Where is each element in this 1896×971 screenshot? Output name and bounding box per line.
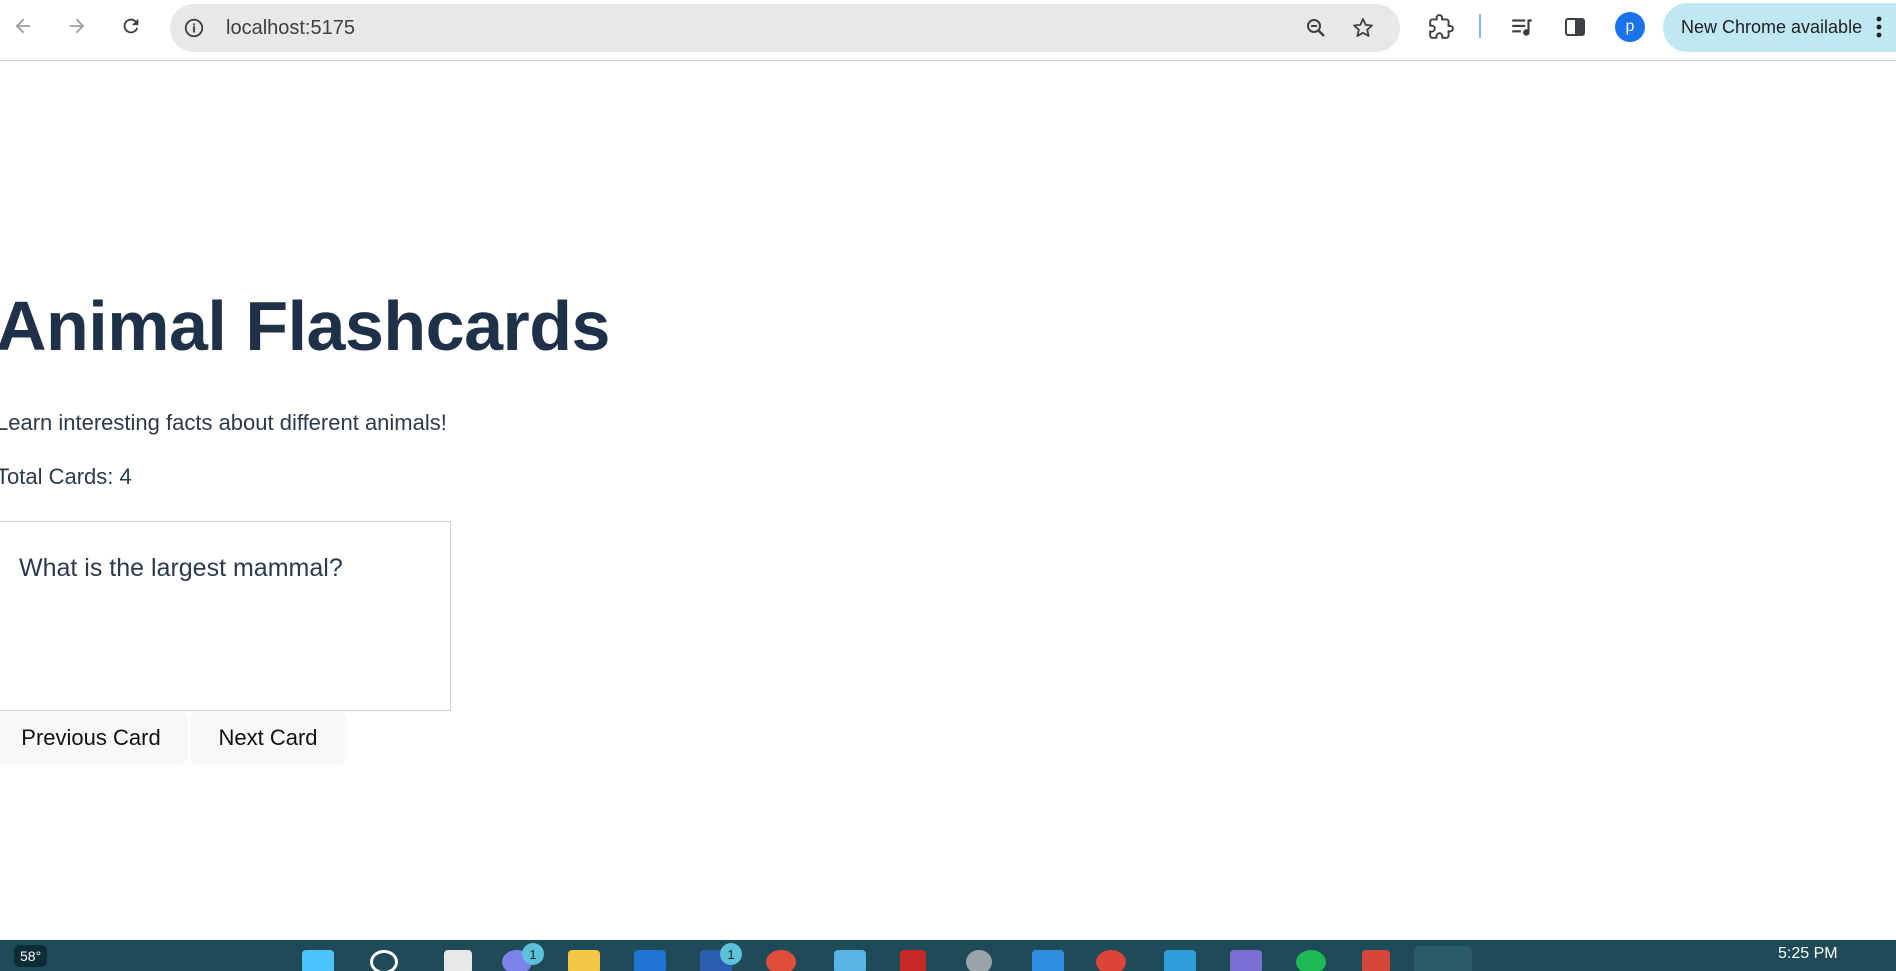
total-cards-count: Total Cards: 4 [0,464,132,489]
page-title: Animal Flashcards [0,287,610,365]
arrow-right-icon [69,18,85,34]
task-view-icon[interactable] [444,950,472,971]
more-menu-icon[interactable] [1876,16,1882,38]
forward-button[interactable] [60,9,94,43]
flashcard[interactable]: What is the largest mammal? [0,521,451,711]
flashcard-question: What is the largest mammal? [19,554,343,582]
mail-icon[interactable] [634,950,666,971]
arrow-left-icon [15,18,31,34]
url-text[interactable]: localhost:5175 [226,17,355,40]
taskbar-clock[interactable]: 5:25 PM [1778,945,1838,963]
teams-icon[interactable] [1230,950,1262,971]
spotify-icon[interactable] [1296,950,1326,971]
search-icon[interactable] [370,950,398,971]
reload-button[interactable] [114,9,148,43]
weather-widget[interactable]: 58° [14,945,48,967]
app-red-icon[interactable] [900,950,926,971]
back-button[interactable] [6,9,40,43]
extensions-icon[interactable] [1426,12,1456,42]
address-bar[interactable]: localhost:5175 [170,4,1400,52]
page-subtitle: Learn interesting facts about different … [0,410,447,435]
vscode-icon[interactable] [1032,950,1064,971]
bookmark-star-icon[interactable] [1350,15,1376,41]
chrome-profile-icon[interactable] [1096,950,1126,971]
taskbar: 58° 1 1 5:25 PM [0,940,1896,971]
profile-avatar[interactable]: p [1615,12,1645,42]
side-panel-icon[interactable] [1560,12,1590,42]
media-control-icon[interactable] [1507,12,1537,42]
reload-icon [123,18,139,34]
jetbrains-icon[interactable] [1362,950,1390,971]
next-card-button[interactable]: Next Card [190,712,346,764]
telegram-icon[interactable] [1164,950,1196,971]
new-chrome-available-button[interactable]: New Chrome available [1663,3,1896,52]
active-app-icon[interactable] [1414,946,1472,971]
calendar-icon[interactable] [834,950,866,971]
zoom-icon[interactable] [1303,15,1329,41]
update-chip-label: New Chrome available [1681,17,1863,37]
weather-temp: 58° [20,948,42,964]
site-info-icon[interactable] [182,16,206,40]
start-icon[interactable] [302,950,334,971]
page-content: Animal Flashcards Learn interesting fact… [0,62,1896,940]
chrome-icon[interactable] [766,950,796,971]
file-explorer-icon[interactable] [568,950,600,971]
toolbar-divider [1479,14,1481,38]
browser-toolbar: localhost:5175 p New Chrome available [0,0,1896,61]
word-notification-badge: 1 [720,943,742,965]
previous-card-button[interactable]: Previous Card [0,712,188,764]
settings-icon[interactable] [966,950,992,971]
chat-notification-badge: 1 [522,943,544,965]
